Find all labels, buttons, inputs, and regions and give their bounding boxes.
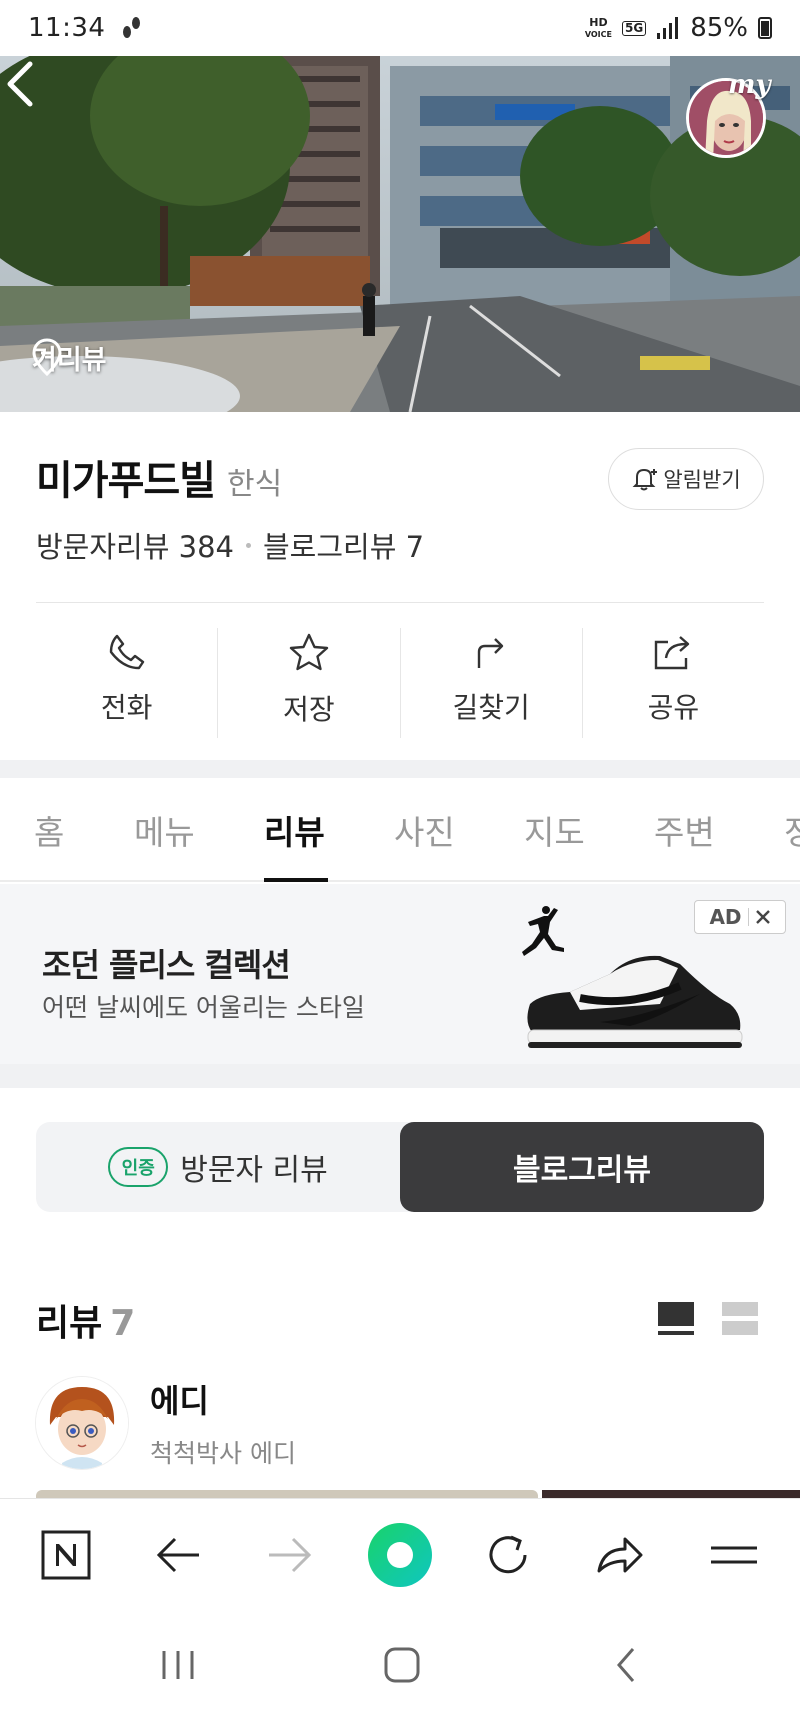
recent-apps-icon xyxy=(162,1651,194,1679)
system-back-button[interactable] xyxy=(596,1640,656,1690)
directions-icon xyxy=(477,638,504,668)
my-label: my xyxy=(728,70,771,100)
action-bar: 전화 저장 길찾기 공유 xyxy=(36,628,764,738)
menu-button[interactable] xyxy=(704,1525,764,1585)
tab-home[interactable]: 홈 xyxy=(34,778,64,882)
share-arrow-icon xyxy=(597,1537,643,1573)
home-square-icon xyxy=(384,1647,420,1683)
chevron-left-icon xyxy=(617,1648,635,1682)
review-counts: 방문자리뷰 384 블로그리뷰 7 xyxy=(36,524,424,566)
back-arrow-icon[interactable] xyxy=(0,56,44,112)
place-category: 한식 xyxy=(227,467,283,502)
review-type-toggle: 인증 방문자 리뷰 블로그리뷰 xyxy=(36,1122,764,1212)
review-heading: 리뷰 7 xyxy=(36,1294,135,1346)
walking-icon xyxy=(123,17,141,38)
share-button[interactable]: 공유 xyxy=(583,628,764,738)
naver-n-icon xyxy=(41,1530,91,1580)
refresh-icon xyxy=(489,1535,527,1574)
review-count: 7 xyxy=(110,1303,136,1344)
section-gap xyxy=(0,760,800,778)
ad-label: AD xyxy=(709,905,742,929)
active-tab-indicator xyxy=(264,878,328,882)
star-icon xyxy=(289,633,329,671)
close-icon[interactable] xyxy=(755,909,771,925)
author-name: 에디 xyxy=(150,1382,209,1420)
green-dot-icon xyxy=(368,1523,432,1587)
refresh-button[interactable] xyxy=(478,1525,538,1585)
ad-title: 조던 플리스 컬렉션 xyxy=(42,946,291,984)
status-bar: 11:34 HD VOICE 5G 85% xyxy=(0,0,800,56)
browser-forward-button[interactable] xyxy=(260,1525,320,1585)
blog-review-count[interactable]: 블로그리뷰 7 xyxy=(263,524,424,566)
tab-photos[interactable]: 사진 xyxy=(394,778,455,882)
tab-nearby[interactable]: 주변 xyxy=(654,778,715,882)
blog-review-label: 블로그리뷰 xyxy=(513,1153,651,1188)
author-title: 척척박사 에디 xyxy=(150,1439,296,1468)
browser-share-button[interactable] xyxy=(590,1525,650,1585)
divider xyxy=(36,602,764,603)
street-view-button[interactable]: 거리뷰 xyxy=(32,338,107,377)
hd-voice-indicator: HD VOICE xyxy=(584,15,612,39)
share-icon xyxy=(655,636,690,670)
arrow-right-icon xyxy=(269,1537,312,1573)
certified-badge: 인증 xyxy=(108,1147,169,1187)
card-view-icon[interactable] xyxy=(658,1302,694,1336)
list-view-icon[interactable] xyxy=(722,1302,758,1336)
recent-apps-button[interactable] xyxy=(148,1640,208,1690)
call-label: 전화 xyxy=(100,691,153,724)
battery-icon xyxy=(758,17,772,39)
section-gap xyxy=(0,1064,800,1088)
tab-bar: 홈 메뉴 리뷰 사진 지도 주변 정 xyxy=(0,778,800,882)
alarm-button[interactable]: 알림받기 xyxy=(608,448,764,510)
naver-home-button[interactable] xyxy=(36,1525,96,1585)
network-5g-indicator: 5G xyxy=(622,20,647,36)
green-dot-button[interactable] xyxy=(366,1521,434,1589)
call-button[interactable]: 전화 xyxy=(36,628,219,738)
system-nav-bar xyxy=(0,1610,800,1716)
battery-percent: 85% xyxy=(690,13,748,43)
ad-badge[interactable]: AD xyxy=(694,900,786,934)
save-button[interactable]: 저장 xyxy=(218,628,401,738)
blog-review-tab[interactable]: 블로그리뷰 xyxy=(400,1122,764,1212)
review-heading-label: 리뷰 xyxy=(36,1303,103,1344)
street-view-image[interactable]: my 거리뷰 xyxy=(0,56,800,412)
separator-dot xyxy=(245,542,251,548)
ad-banner[interactable]: 조던 플리스 컬렉션 어떤 날씨에도 어울리는 스타일 AD xyxy=(0,884,800,1064)
tab-menu[interactable]: 메뉴 xyxy=(134,778,195,882)
visitor-review-count[interactable]: 방문자리뷰 384 xyxy=(36,524,234,566)
tab-reviews[interactable]: 리뷰 xyxy=(264,778,325,882)
review-author[interactable]: 에디 척척박사 에디 xyxy=(36,1376,296,1470)
ad-subtitle: 어떤 날씨에도 어울리는 스타일 xyxy=(42,993,365,1022)
location-pin-icon xyxy=(32,338,62,376)
save-label: 저장 xyxy=(283,693,335,726)
visitor-review-label: 방문자 리뷰 xyxy=(180,1153,328,1188)
directions-label: 길찾기 xyxy=(452,691,530,724)
bell-plus-icon xyxy=(632,468,658,491)
share-label: 공유 xyxy=(647,691,700,724)
place-name: 미가푸드빌 xyxy=(36,458,216,504)
home-button[interactable] xyxy=(372,1640,432,1690)
place-info: 미가푸드빌 한식 알림받기 방문자리뷰 384 블로그리뷰 7 xyxy=(36,448,764,564)
directions-button[interactable]: 길찾기 xyxy=(401,628,583,738)
alarm-label: 알림받기 xyxy=(663,468,741,492)
author-avatar xyxy=(36,1377,128,1469)
hamburger-icon xyxy=(711,1546,757,1564)
sneaker-image xyxy=(527,955,743,1048)
browser-back-button[interactable] xyxy=(148,1525,208,1585)
visitor-review-tab[interactable]: 인증 방문자 리뷰 xyxy=(36,1122,400,1212)
status-time: 11:34 xyxy=(28,13,106,43)
tab-map[interactable]: 지도 xyxy=(524,778,585,882)
signal-icon xyxy=(657,17,679,39)
street-scene-illustration xyxy=(0,56,800,412)
view-toggle xyxy=(658,1302,758,1336)
browser-toolbar xyxy=(0,1498,800,1610)
arrow-left-icon xyxy=(156,1537,199,1573)
tab-info[interactable]: 정 xyxy=(784,778,800,882)
phone-icon xyxy=(109,634,144,670)
